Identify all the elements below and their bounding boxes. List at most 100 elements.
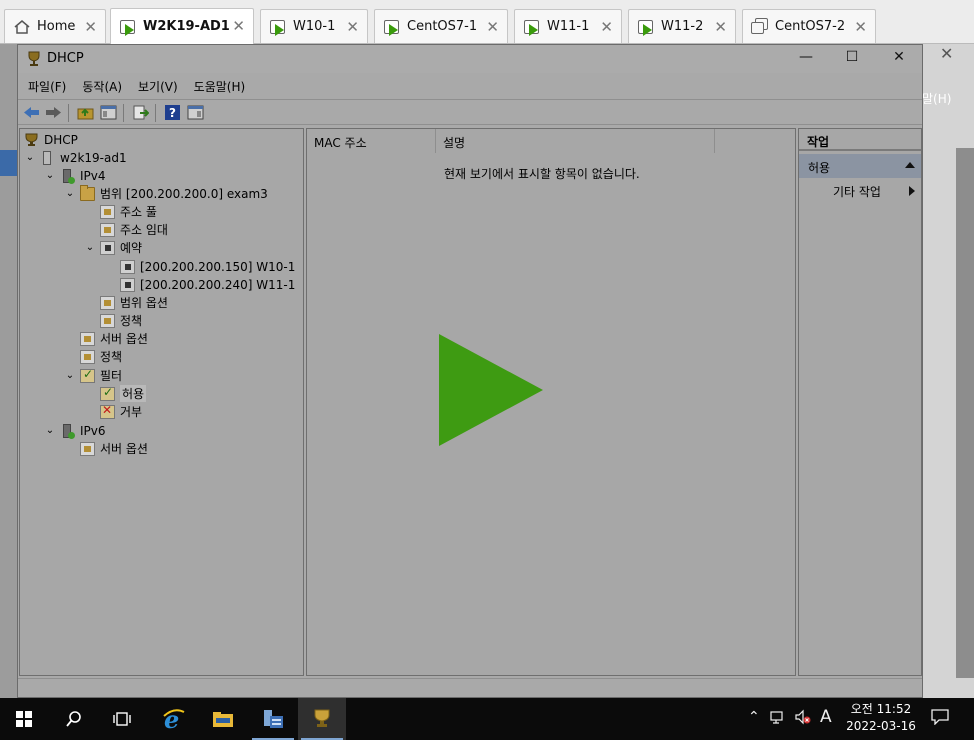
close-icon[interactable]: ✕	[940, 44, 953, 63]
maximize-button[interactable]: ☐	[842, 49, 862, 65]
internet-explorer-icon: e	[163, 707, 185, 731]
search-button[interactable]	[50, 698, 98, 740]
tree-item-label: 주소 임대	[120, 223, 168, 237]
tree-item-label: [200.200.200.240] W11-1	[140, 277, 296, 292]
vm-tab-label: W11-2	[661, 19, 704, 34]
column-header-description[interactable]: 설명	[436, 129, 715, 153]
forward-arrow-icon[interactable]	[45, 104, 62, 121]
vm-tab-centos7-2[interactable]: CentOS7-2 ✕	[742, 9, 876, 43]
tree-item-policies[interactable]: 정책	[80, 348, 122, 365]
close-icon[interactable]: ✕	[232, 17, 245, 35]
dhcp-taskbar-button[interactable]	[298, 698, 346, 740]
tree-item-scope-options[interactable]: 범위 옵션	[100, 294, 168, 311]
close-icon[interactable]: ✕	[854, 18, 867, 36]
scope-options-icon	[100, 295, 115, 310]
vm-tab-label: CentOS7-1	[407, 19, 478, 34]
chevron-down-icon[interactable]: ⌄	[84, 242, 96, 253]
server-manager-button[interactable]	[249, 698, 297, 740]
close-icon[interactable]: ✕	[84, 18, 97, 36]
play-icon[interactable]	[439, 334, 543, 446]
vm-tab-w11-2[interactable]: W11-2 ✕	[628, 9, 736, 43]
clock[interactable]: 오전 11:52 2022-03-16	[845, 701, 917, 735]
column-header-mac-address[interactable]: MAC 주소	[307, 129, 436, 153]
menu-view[interactable]: 보기(V)	[138, 75, 178, 97]
vm-tab-w10-1[interactable]: W10-1 ✕	[260, 9, 368, 43]
chevron-down-icon[interactable]: ⌄	[64, 188, 76, 199]
network-icon[interactable]	[770, 709, 786, 729]
close-icon[interactable]: ✕	[486, 18, 499, 36]
more-actions-label: 기타 작업	[833, 185, 881, 199]
tree-item-scope[interactable]: ⌄ 범위 [200.200.200.0] exam3	[64, 184, 268, 202]
show-hide-action-pane-icon[interactable]	[187, 104, 204, 121]
chevron-down-icon[interactable]: ⌄	[44, 425, 56, 436]
actions-section-allow[interactable]: 허용	[799, 154, 921, 178]
title-bar[interactable]: DHCP — ☐ ✕	[18, 45, 922, 73]
back-arrow-icon[interactable]	[23, 104, 40, 121]
close-icon[interactable]: ✕	[346, 18, 359, 36]
show-hide-console-tree-icon[interactable]	[100, 104, 117, 121]
menu-action[interactable]: 동작(A)	[82, 75, 122, 97]
tree-item-reservations[interactable]: ⌄ 예약	[84, 239, 142, 256]
vm-tab-home[interactable]: Home ✕	[4, 9, 106, 43]
submenu-arrow-icon	[909, 186, 915, 196]
close-button[interactable]: ✕	[889, 49, 909, 65]
task-view-button[interactable]	[98, 698, 146, 740]
background-help-menu[interactable]: 말(H)	[922, 90, 951, 107]
tree-item-ipv6[interactable]: ⌄ IPv6	[44, 422, 106, 439]
vm-tab-centos7-1[interactable]: CentOS7-1 ✕	[374, 9, 508, 43]
vm-tab-w2k19-ad1[interactable]: W2K19-AD1 ✕	[110, 8, 254, 44]
vm-tab-label: W11-1	[547, 19, 590, 34]
background-scrollbar[interactable]	[956, 148, 974, 678]
actions-pane: 작업 허용 기타 작업	[798, 128, 922, 676]
tree-item-allow[interactable]: 허용	[100, 385, 147, 402]
dhcp-icon	[24, 133, 39, 147]
taskbar: e ⌃ A 오전 11:52 2022-03-16	[0, 698, 974, 740]
menu-help[interactable]: 도움말(H)	[194, 75, 246, 97]
more-actions-item[interactable]: 기타 작업	[799, 180, 921, 200]
collapse-arrow-icon[interactable]	[905, 162, 915, 168]
ipv6-icon	[63, 423, 75, 439]
tree-item-deny[interactable]: 거부	[100, 403, 142, 420]
reservations-icon	[100, 240, 115, 255]
tree-item-reservation-w11-1[interactable]: [200.200.200.240] W11-1	[120, 276, 295, 293]
tree-item-filters[interactable]: ⌄ 필터	[64, 367, 122, 384]
notification-icon[interactable]	[931, 709, 949, 729]
tree-item-address-leases[interactable]: 주소 임대	[100, 221, 168, 238]
filter-icon	[80, 367, 95, 383]
svg-text:?: ?	[169, 106, 176, 120]
input-method-indicator[interactable]: A	[820, 707, 832, 727]
start-button[interactable]	[0, 698, 48, 740]
internet-explorer-button[interactable]: e	[150, 698, 198, 740]
tree-item-scope-policies[interactable]: 정책	[100, 312, 142, 329]
close-icon[interactable]: ✕	[600, 18, 613, 36]
tree-item-reservation-w10-1[interactable]: [200.200.200.150] W10-1	[120, 258, 295, 275]
minimize-button[interactable]: —	[796, 49, 816, 65]
tree-item-label: IPv6	[80, 423, 106, 438]
tree-item-server-options[interactable]: 서버 옵션	[80, 330, 148, 347]
tree-item-ipv4[interactable]: ⌄ IPv4	[44, 167, 106, 184]
help-icon[interactable]: ?	[164, 104, 181, 121]
vm-tab-w11-1[interactable]: W11-1 ✕	[514, 9, 622, 43]
up-folder-icon[interactable]	[77, 104, 94, 121]
tree-item-dhcp[interactable]: DHCP	[24, 131, 78, 148]
vm-tab-label: W2K19-AD1	[143, 19, 230, 34]
chevron-down-icon[interactable]: ⌄	[44, 170, 56, 181]
volume-muted-icon[interactable]	[794, 709, 812, 729]
tree-item-label: 서버 옵션	[100, 442, 148, 456]
close-icon[interactable]: ✕	[714, 18, 727, 36]
chevron-up-icon[interactable]: ⌃	[748, 709, 760, 725]
scope-folder-icon	[80, 184, 95, 201]
task-view-icon	[113, 712, 131, 726]
tree-item-server[interactable]: ⌄ w2k19-ad1	[24, 149, 127, 166]
dhcp-icon	[27, 51, 41, 67]
tree-item-address-pool[interactable]: 주소 풀	[100, 203, 157, 220]
menu-file[interactable]: 파일(F)	[28, 75, 66, 97]
server-options-icon	[80, 441, 95, 456]
chevron-down-icon[interactable]: ⌄	[24, 152, 36, 163]
chevron-down-icon[interactable]: ⌄	[64, 370, 76, 381]
file-explorer-button[interactable]	[199, 698, 247, 740]
toolbar-separator	[123, 104, 124, 122]
export-list-icon[interactable]	[132, 104, 150, 121]
tree-item-ipv6-server-options[interactable]: 서버 옵션	[80, 440, 148, 457]
toolbar-separator	[155, 104, 156, 122]
